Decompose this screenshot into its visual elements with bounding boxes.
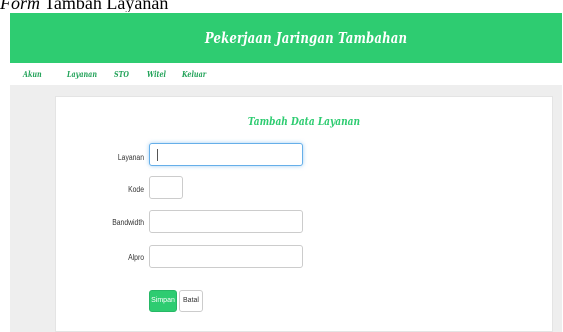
label-layanan: Layanan xyxy=(117,153,144,162)
text-caret xyxy=(157,149,158,161)
label-kode: Kode xyxy=(128,185,144,194)
label-alpro: Alpro xyxy=(128,253,144,262)
form-title: Tambah Data Layanan xyxy=(247,115,361,128)
nav-item-sto[interactable]: STO xyxy=(114,69,129,79)
document-caption: Form Tambah Layanan xyxy=(0,0,563,12)
alpro-input[interactable] xyxy=(149,245,303,268)
bandwidth-input[interactable] xyxy=(149,210,303,233)
app-title: Pekerjaan Jaringan Tambahan xyxy=(204,29,408,47)
caption-text: Tambah Layanan xyxy=(44,0,169,12)
top-nav: Akun Layanan STO Witel Keluar xyxy=(10,63,562,85)
content-area: Tambah Data Layanan Layanan Kode Bandwid… xyxy=(10,85,562,332)
batal-button[interactable]: Batal xyxy=(179,290,203,312)
nav-item-keluar[interactable]: Keluar xyxy=(182,69,206,79)
kode-input[interactable] xyxy=(149,176,183,199)
nav-item-witel[interactable]: Witel xyxy=(147,69,166,79)
nav-item-akun[interactable]: Akun xyxy=(23,69,42,79)
app-header: Pekerjaan Jaringan Tambahan xyxy=(10,13,562,63)
caption-prefix: Form xyxy=(0,0,40,12)
simpan-button[interactable]: Simpan xyxy=(149,290,177,312)
form-panel: Tambah Data Layanan Layanan Kode Bandwid… xyxy=(55,96,553,332)
layanan-input[interactable] xyxy=(149,143,303,166)
nav-item-layanan[interactable]: Layanan xyxy=(67,69,97,79)
label-bandwidth: Bandwidth xyxy=(112,218,144,227)
